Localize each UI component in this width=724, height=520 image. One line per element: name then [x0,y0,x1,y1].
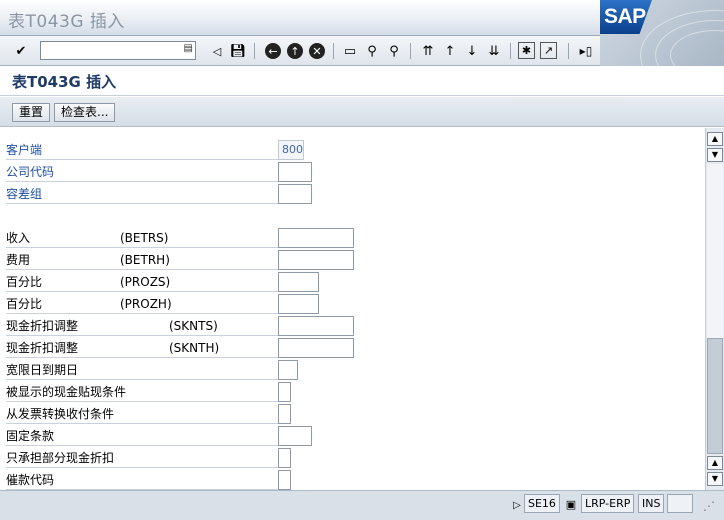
collapse-icon[interactable]: ◁ [208,42,226,60]
sap-logo-area: SAP [600,0,724,66]
command-field-history-icon[interactable]: ▤ [184,43,193,54]
vertical-scrollbar[interactable]: ▲ ▼ ▲ ▼ [705,128,724,490]
field-label: 催款代码 [6,470,278,490]
prev-page-icon[interactable]: ↑ [441,42,459,60]
insert-mode: INS [638,494,665,513]
system-info-icon[interactable]: ▣ [562,495,580,513]
resize-grip-icon[interactable]: ⋰ [700,497,718,515]
scroll-top-icon[interactable]: ▲ [707,132,723,146]
print-icon[interactable]: ▭ [341,42,359,60]
help-icon[interactable]: ▸▯ [577,42,595,60]
sap-logo: SAP [600,0,652,34]
scroll-up-icon[interactable]: ▼ [707,148,723,162]
field-label: 从发票转换收付条件 [6,404,278,424]
betrs-field[interactable] [278,228,354,248]
back-icon[interactable]: ← [265,43,281,59]
prozh-field[interactable] [278,294,319,314]
field-label: 容差组 [6,184,278,204]
field-tech-name: (BETRH) [120,253,170,267]
transaction-code: SE16 [524,494,560,513]
new-session-icon[interactable]: ✱ [518,42,535,59]
client-field: 800 [278,140,304,160]
field-tech-name: (SKNTH) [169,341,220,355]
field-tech-name: (SKNTS) [169,319,218,333]
scroll-thumb[interactable] [707,338,723,454]
payment-terms-transfer-field[interactable] [278,404,291,424]
shortcut-icon[interactable]: ↗ [540,42,557,59]
sknth-field[interactable] [278,338,354,358]
field-tech-name: (PROZS) [120,275,171,289]
system-name: LRP-ERP [581,494,635,513]
check-table-button[interactable]: 检查表... [54,103,116,122]
field-label: 现金折扣调整 [6,316,278,336]
next-page-icon[interactable]: ↓ [463,42,481,60]
fixed-terms-field[interactable] [278,426,312,446]
command-field[interactable]: ▤ [40,41,196,60]
find-next-icon[interactable]: ⚲ [385,42,403,60]
application-toolbar: 重置 检查表... [0,97,724,127]
field-tech-name: (BETRS) [120,231,169,245]
field-tech-name: (PROZH) [120,297,172,311]
field-label: 宽限日到期日 [6,360,278,380]
cancel-icon[interactable]: ✕ [309,43,325,59]
window-title: 表T043G 插入 [8,12,125,32]
last-page-icon[interactable]: ⇊ [485,42,503,60]
displayed-discount-terms-field[interactable] [278,382,291,402]
field-label: 固定条款 [6,426,278,446]
sknts-field[interactable] [278,316,354,336]
scroll-bottom-icon[interactable]: ▼ [707,472,723,486]
save-icon[interactable]: 💾︎ [229,42,247,60]
screen-title: 表T043G 插入 [12,73,117,91]
enter-icon[interactable]: ✔ [12,42,30,60]
field-label: 只承担部分现金折扣 [6,448,278,468]
exit-icon[interactable]: ↑ [287,43,303,59]
field-label: 被显示的现金贴现条件 [6,382,278,402]
field-label: 现金折扣调整 [6,338,278,358]
prozs-field[interactable] [278,272,319,292]
data-entry-form: 客户端 800 公司代码 容差组 收入 (BETRS) 费用 (BETRH) 百… [0,128,704,490]
tolerance-group-field[interactable] [278,184,312,204]
system-toolbar: ✔ ▤ ◁ 💾︎ ← ↑ ✕ ▭ ⚲ ⚲ ⇈ ↑ ↓ ⇊ ✱ ↗ ▸▯ [0,36,600,66]
reset-button[interactable]: 重置 [12,103,51,122]
company-code-field[interactable] [278,162,312,182]
partial-discount-field[interactable] [278,448,291,468]
field-label: 客户端 [6,140,278,160]
screen-title-bar: 表T043G 插入 [0,66,724,96]
first-page-icon[interactable]: ⇈ [419,42,437,60]
field-label: 公司代码 [6,162,278,182]
grace-days-field[interactable] [278,360,298,380]
betrh-field[interactable] [278,250,354,270]
dunning-key-field[interactable] [278,470,291,490]
status-blank-field [667,494,693,513]
find-icon[interactable]: ⚲ [363,42,381,60]
scroll-down-icon[interactable]: ▲ [707,456,723,470]
status-bar: ▷ SE16 ▣ LRP-ERP INS ⋰ [0,490,724,520]
